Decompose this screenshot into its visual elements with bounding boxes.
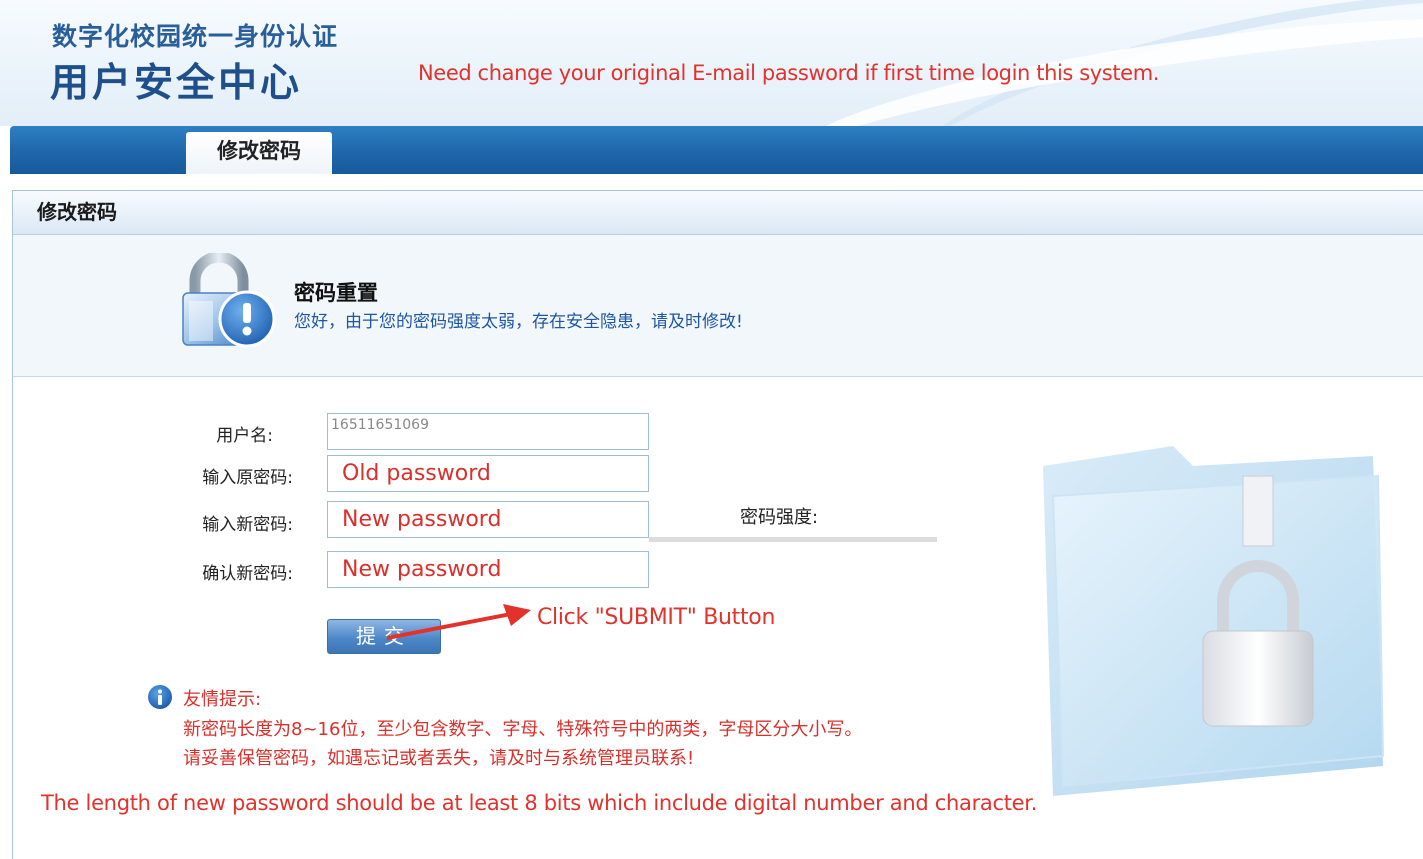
header: 数字化校园统一身份认证 用户安全中心 Need change your orig…	[0, 0, 1423, 126]
panel-title: 修改密码	[13, 191, 1423, 235]
username-label: 用户名:	[216, 426, 273, 446]
brand-title: 用户安全中心	[50, 61, 303, 106]
main-panel: 修改密码 密码重置 您好，由于您的密码强度太弱，存在安全隐患，请及时修改! 用户…	[12, 190, 1423, 859]
tips-line: 请妥善保管密码，如遇忘记或者丢失，请及时与系统管理员联系!	[183, 748, 695, 769]
annotation-arrow-icon	[386, 604, 531, 640]
header-annotation: Need change your original E-mail passwor…	[418, 61, 1160, 85]
old-password-field[interactable]: Old password	[327, 455, 649, 492]
annotation-text: Click "SUBMIT" Button	[537, 605, 776, 630]
tab-change-password[interactable]: 修改密码	[186, 132, 332, 174]
username-field[interactable]: 16511651069	[327, 413, 649, 450]
tips-line: 新密码长度为8~16位，至少包含数字、字母、特殊符号中的两类，字母区分大小写。	[183, 719, 863, 740]
notice-title: 密码重置	[294, 281, 378, 305]
folder-lock-icon	[1043, 446, 1385, 796]
new-password-field[interactable]: New password	[327, 501, 649, 538]
old-password-label: 输入原密码:	[202, 468, 293, 488]
strength-meter	[649, 537, 937, 542]
strength-label: 密码强度:	[740, 507, 819, 528]
confirm-password-label: 确认新密码:	[202, 564, 293, 584]
brand-subtitle: 数字化校园统一身份认证	[52, 22, 339, 51]
padlock-warning-icon	[182, 253, 276, 348]
notice-text: 您好，由于您的密码强度太弱，存在安全隐患，请及时修改!	[294, 312, 743, 332]
nav-bar: 修改密码	[10, 126, 1423, 174]
confirm-password-field[interactable]: New password	[327, 551, 649, 588]
new-password-label: 输入新密码:	[202, 515, 293, 535]
notice-box: 密码重置 您好，由于您的密码强度太弱，存在安全隐患，请及时修改!	[13, 235, 1423, 377]
tips-title: 友情提示:	[183, 689, 262, 710]
info-icon	[148, 685, 172, 709]
footer-annotation: The length of new password should be at …	[41, 791, 1038, 815]
